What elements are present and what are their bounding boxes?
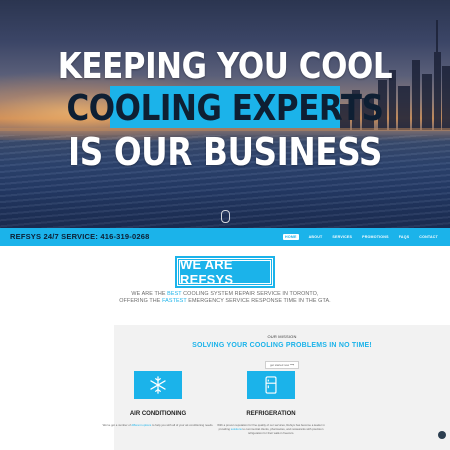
card-text-link[interactable]: solutions [231,427,242,431]
main-navbar: REFSYS 24/7 SERVICE: 416-319-0268 HOME A… [0,228,450,246]
scroll-to-top-button[interactable] [438,431,446,439]
nav-link-faqs[interactable]: FAQS [399,235,410,239]
intro-line2-highlight: FASTEST [162,298,187,304]
hero-banner: KEEPING YOU COOL COOLING EXPERTS IS OUR … [0,0,450,228]
card-text-pre: We've got a number of [102,423,132,427]
mission-title: SOLVING YOUR COOLING PROBLEMS IN NO TIME… [192,342,372,349]
nav-link-about[interactable]: ABOUT [309,235,323,239]
card-text-post: to commercial clients, pharmacies, and r… [241,427,324,435]
intro-line1-pre: WE ARE THE [131,291,168,297]
service-icon-box [247,371,295,399]
nav-brand-phone[interactable]: REFSYS 24/7 SERVICE: 416-319-0268 [10,232,149,241]
card-text-link[interactable]: different options [131,423,151,427]
badge-label: WE ARE REFSYS [179,257,271,287]
intro-tagline-2: OFFERING THE FASTEST EMERGENCY SERVICE R… [0,298,450,304]
nav-link-services[interactable]: SERVICES [332,235,352,239]
intro-line1-post: COOLING SYSTEM REPAIR SERVICE IN TORONTO… [181,291,319,297]
scroll-mouse-icon[interactable] [221,210,230,223]
intro-line2-post: EMERGENCY SERVICE RESPONSE TIME IN THE G… [186,298,331,304]
intro-line1-highlight: BEST [167,291,182,297]
mission-section: OUR MISSION SOLVING YOUR COOLING PROBLEM… [103,325,450,450]
mission-label: OUR MISSION [267,334,297,339]
hero-headline-3: IS OUR BUSINESS [68,130,382,174]
nav-link-promotions[interactable]: PROMOTIONS [362,235,389,239]
we-are-refsys-badge: WE ARE REFSYS [175,256,275,288]
intro-tagline-1: WE ARE THE BEST COOLING SYSTEM REPAIR SE… [0,291,450,297]
nav-link-home[interactable]: HOME [283,234,299,240]
card-text-post: to help you with all of your air-conditi… [151,423,214,427]
fridge-icon [247,371,295,399]
mission-cta-label[interactable]: get started now ⟶ [265,361,299,369]
intro-line2-pre: OFFERING THE [119,298,163,304]
service-card-text: We've got a number of different options … [102,423,214,427]
snowflake-icon [134,371,182,399]
hero-headline-2: COOLING EXPERTS [66,88,384,129]
service-card-title: AIR CONDITIONING [129,411,187,417]
service-icon-box [134,371,182,399]
nav-links: HOME ABOUT SERVICES PROMOTIONS FAQS CONT… [283,228,438,246]
nav-link-contact[interactable]: CONTACT [419,235,438,239]
service-card-text: With a proven reputation for fine qualit… [215,423,327,435]
mission-cta[interactable]: get started now ⟶ [114,361,450,369]
service-card-title: REFRIGERATION [246,411,296,417]
hero-headline-1: KEEPING YOU COOL [57,46,393,87]
